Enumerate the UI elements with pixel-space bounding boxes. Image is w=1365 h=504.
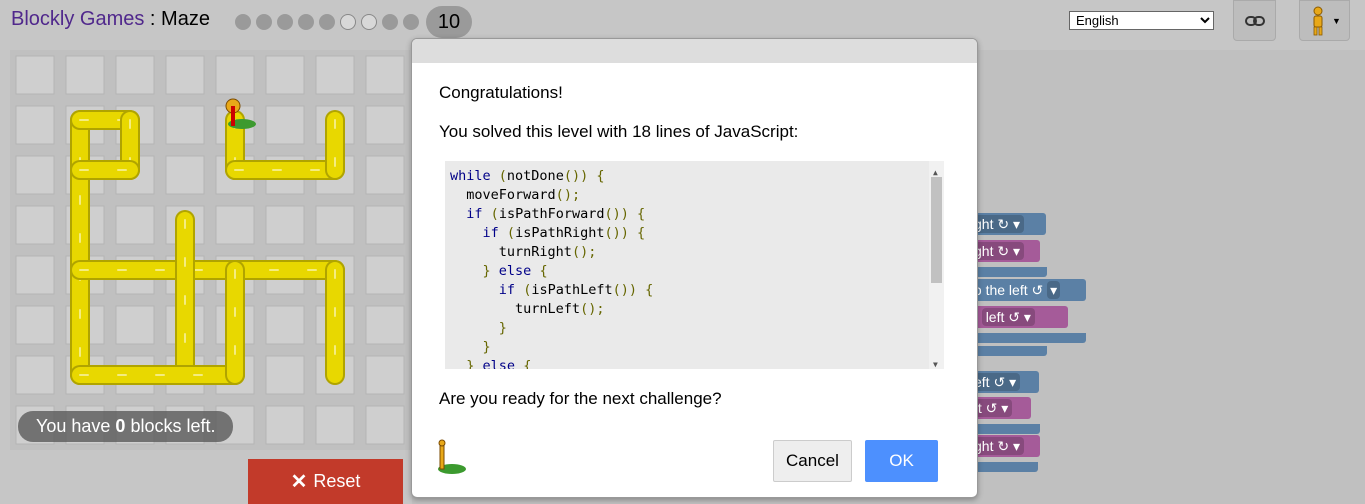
language-select[interactable]: English — [1069, 11, 1214, 30]
direction-dropdown[interactable]: ght ↻ ▾ — [970, 242, 1025, 260]
level-dot-3[interactable] — [277, 14, 293, 30]
dialog-congrats: Congratulations! — [439, 83, 563, 102]
level-dot-5[interactable] — [319, 14, 335, 30]
dropdown-arrow-icon: ▼ — [1332, 15, 1341, 26]
level-dot-1[interactable] — [235, 14, 251, 30]
dialog-solved-text: You solved this level with 18 lines of J… — [439, 122, 799, 141]
maze-map — [15, 55, 405, 445]
reset-button[interactable]: ✕ Reset — [248, 459, 403, 504]
level-current-badge: 10 — [426, 6, 472, 38]
reset-label: Reset — [313, 471, 361, 491]
link-icon — [1244, 15, 1265, 26]
code-text: while (notDone()) { moveForward(); if (i… — [450, 168, 654, 369]
scroll-down-icon[interactable]: ▼ — [933, 355, 938, 369]
level-dot-8[interactable] — [382, 14, 398, 30]
page-title: Blockly Games : Maze — [11, 8, 210, 31]
level-selector: 10 — [235, 6, 472, 38]
workspace-block[interactable]: to the left ↺ ▾ — [962, 279, 1086, 301]
title-separator: : — [144, 8, 162, 30]
level-dot-4[interactable] — [298, 14, 314, 30]
pegman-icon — [1313, 6, 1323, 35]
code-scrollbar[interactable]: ▲ ▼ — [929, 161, 944, 369]
level-dot-9[interactable] — [403, 14, 419, 30]
level-dot-7[interactable] — [361, 14, 377, 30]
blocks-left-count: 0 — [115, 416, 126, 436]
code-viewer[interactable]: while (notDone()) { moveForward(); if (i… — [445, 161, 944, 369]
blocks-left-capacity: You have 0 blocks left. — [18, 411, 234, 442]
turn-label: to the left ↺ ▾ — [970, 281, 1061, 299]
direction-dropdown[interactable]: left ↺ ▾ — [981, 308, 1035, 326]
level-dot-2[interactable] — [256, 14, 272, 30]
level-dot-6[interactable] — [340, 14, 356, 30]
blocks-left-prefix: You have — [36, 416, 116, 436]
cancel-button[interactable]: Cancel — [773, 440, 852, 482]
link-button[interactable] — [1233, 0, 1276, 41]
direction-dropdown[interactable]: ght ↻ ▾ — [970, 437, 1025, 455]
app-title-link[interactable]: Blockly Games — [11, 8, 144, 30]
close-x-icon: ✕ — [290, 471, 308, 493]
avatar-menu-button[interactable]: ▼ — [1299, 0, 1350, 41]
ok-button[interactable]: OK — [865, 440, 938, 482]
dialog-ready-text: Are you ready for the next challenge? — [439, 389, 722, 408]
game-name: Maze — [161, 8, 210, 30]
blocks-left-suffix: blocks left. — [125, 416, 216, 436]
maze-board — [10, 50, 410, 450]
congratulations-dialog: Congratulations! You solved this level w… — [411, 38, 978, 498]
dialog-titlebar[interactable] — [412, 39, 977, 63]
pegman-marker-icon — [438, 439, 466, 474]
direction-dropdown[interactable]: ght ↻ ▾ — [970, 215, 1025, 233]
block-bottom-bar — [962, 333, 1086, 343]
scrollbar-thumb[interactable] — [931, 177, 942, 283]
